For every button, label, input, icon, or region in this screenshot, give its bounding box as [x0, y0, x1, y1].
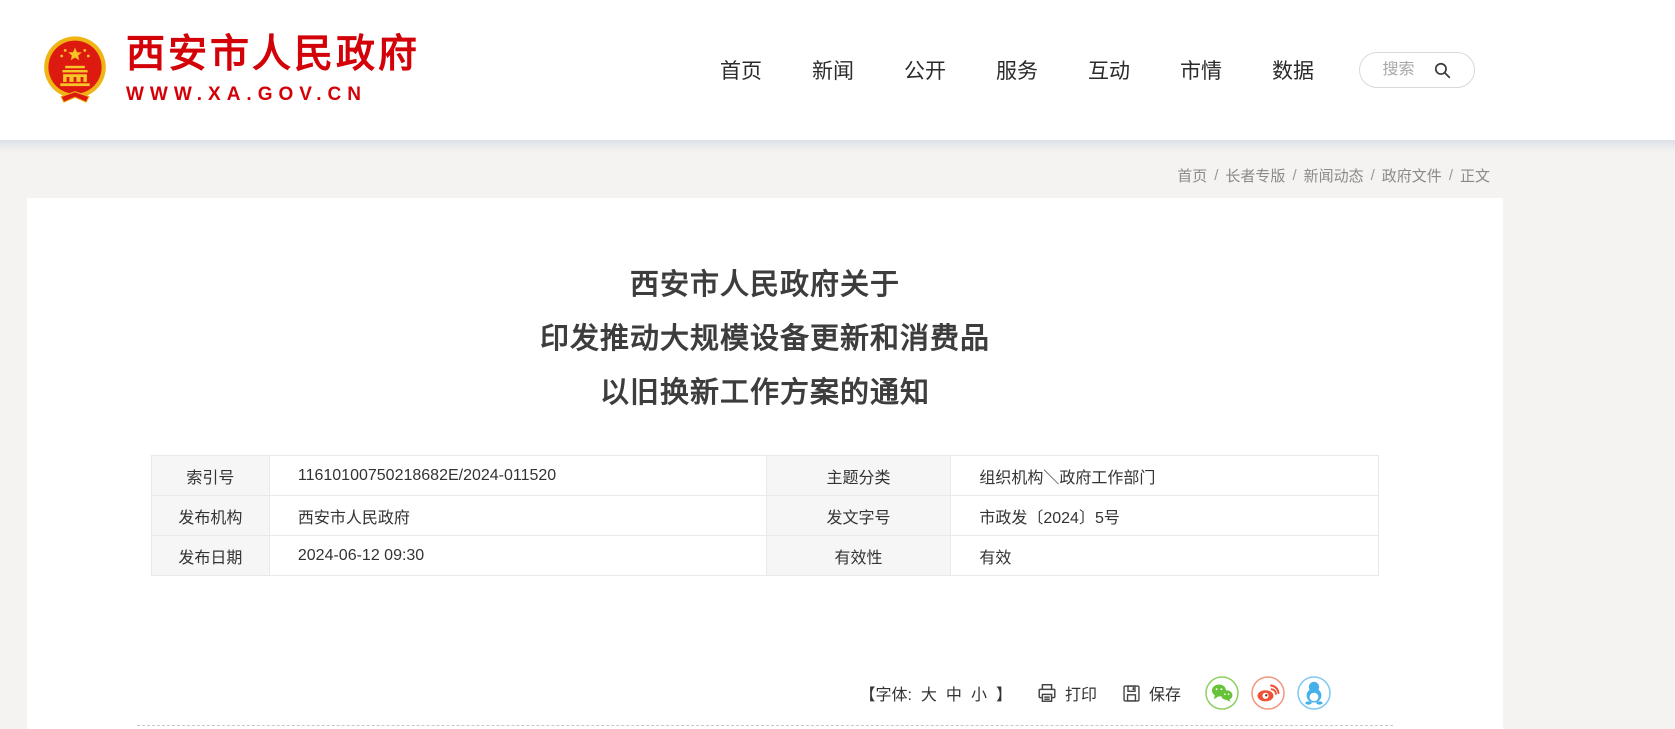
article-toolbar: 【字体: 大 中 小 】 打印 — [151, 676, 1379, 710]
printer-icon — [1036, 682, 1058, 704]
wechat-share-icon[interactable] — [1205, 676, 1239, 710]
nav-item-interact[interactable]: 互动 — [1088, 55, 1130, 85]
nav-item-service[interactable]: 服务 — [996, 55, 1038, 85]
meta-value-docnumber: 市政发〔2024〕5号 — [951, 496, 1379, 536]
weibo-share-icon[interactable] — [1251, 676, 1285, 710]
article-card: 西安市人民政府关于 印发推动大规模设备更新和消费品 以旧换新工作方案的通知 索引… — [27, 198, 1503, 729]
meta-value-subject: 组织机构＼政府工作部门 — [951, 456, 1379, 496]
nav-item-city[interactable]: 市情 — [1180, 55, 1222, 85]
breadcrumb-newslist[interactable]: 新闻动态 — [1304, 165, 1364, 186]
print-button[interactable]: 打印 — [1036, 681, 1097, 705]
main-nav: 首页 新闻 公开 服务 互动 市情 数据 — [720, 55, 1314, 85]
font-label-suffix: 】 — [996, 681, 1012, 705]
font-size-large-button[interactable]: 大 — [921, 681, 937, 705]
breadcrumb-separator: / — [1371, 167, 1375, 184]
print-label: 打印 — [1065, 681, 1097, 705]
site-logo[interactable]: 西安市人民政府 WWW.XA.GOV.CN — [40, 26, 420, 114]
font-size-small-button[interactable]: 小 — [971, 681, 987, 705]
meta-label-index: 索引号 — [152, 456, 270, 496]
table-row: 发布机构 西安市人民政府 发文字号 市政发〔2024〕5号 — [152, 496, 1379, 536]
save-label: 保存 — [1149, 681, 1181, 705]
breadcrumb-home[interactable]: 首页 — [1177, 165, 1207, 186]
meta-label-pubdate: 发布日期 — [152, 536, 270, 576]
search-box[interactable] — [1359, 52, 1475, 88]
font-size-medium-button[interactable]: 中 — [946, 681, 962, 705]
site-header: 西安市人民政府 WWW.XA.GOV.CN 首页 新闻 公开 服务 互动 市情 … — [0, 0, 1675, 140]
site-name: 西安市人民政府 — [126, 34, 420, 77]
document-title: 西安市人民政府关于 印发推动大规模设备更新和消费品 以旧换新工作方案的通知 — [27, 258, 1503, 420]
meta-label-validity: 有效性 — [766, 536, 951, 576]
font-label-prefix: 【字体: — [859, 681, 911, 705]
meta-label-subject: 主题分类 — [766, 456, 951, 496]
font-size-control: 【字体: 大 中 小 】 — [859, 681, 1012, 705]
header-shadow — [0, 140, 1675, 152]
qq-share-icon[interactable] — [1297, 676, 1331, 710]
search-icon[interactable] — [1433, 61, 1452, 80]
logo-text: 西安市人民政府 WWW.XA.GOV.CN — [126, 34, 420, 107]
national-emblem-icon — [40, 26, 110, 114]
breadcrumb-separator: / — [1292, 167, 1296, 184]
meta-value-pubdate: 2024-06-12 09:30 — [269, 536, 766, 576]
meta-label-agency: 发布机构 — [152, 496, 270, 536]
breadcrumb-documents[interactable]: 政府文件 — [1382, 165, 1442, 186]
nav-item-news[interactable]: 新闻 — [812, 55, 854, 85]
floppy-save-icon — [1121, 683, 1142, 704]
nav-item-home[interactable]: 首页 — [720, 55, 762, 85]
breadcrumb-current: 正文 — [1460, 165, 1490, 186]
title-line-2: 印发推动大规模设备更新和消费品 — [27, 312, 1503, 366]
meta-value-validity: 有效 — [951, 536, 1379, 576]
breadcrumb-elder[interactable]: 长者专版 — [1225, 165, 1285, 186]
title-line-1: 西安市人民政府关于 — [27, 258, 1503, 312]
title-line-3: 以旧换新工作方案的通知 — [27, 366, 1503, 420]
content-divider — [137, 725, 1393, 726]
meta-label-docnumber: 发文字号 — [766, 496, 951, 536]
table-row: 索引号 11610100750218682E/2024-011520 主题分类 … — [152, 456, 1379, 496]
meta-value-index: 11610100750218682E/2024-011520 — [269, 456, 766, 496]
table-row: 发布日期 2024-06-12 09:30 有效性 有效 — [152, 536, 1379, 576]
save-button[interactable]: 保存 — [1121, 681, 1181, 705]
document-meta-table: 索引号 11610100750218682E/2024-011520 主题分类 … — [151, 455, 1379, 576]
share-buttons — [1205, 676, 1331, 710]
search-input[interactable] — [1383, 61, 1425, 79]
breadcrumb-separator: / — [1449, 167, 1453, 184]
nav-item-public[interactable]: 公开 — [904, 55, 946, 85]
nav-item-data[interactable]: 数据 — [1272, 55, 1314, 85]
meta-value-agency: 西安市人民政府 — [269, 496, 766, 536]
breadcrumb: 首页 / 长者专版 / 新闻动态 / 政府文件 / 正文 — [0, 152, 1675, 198]
breadcrumb-separator: / — [1214, 167, 1218, 184]
site-url: WWW.XA.GOV.CN — [126, 84, 420, 106]
